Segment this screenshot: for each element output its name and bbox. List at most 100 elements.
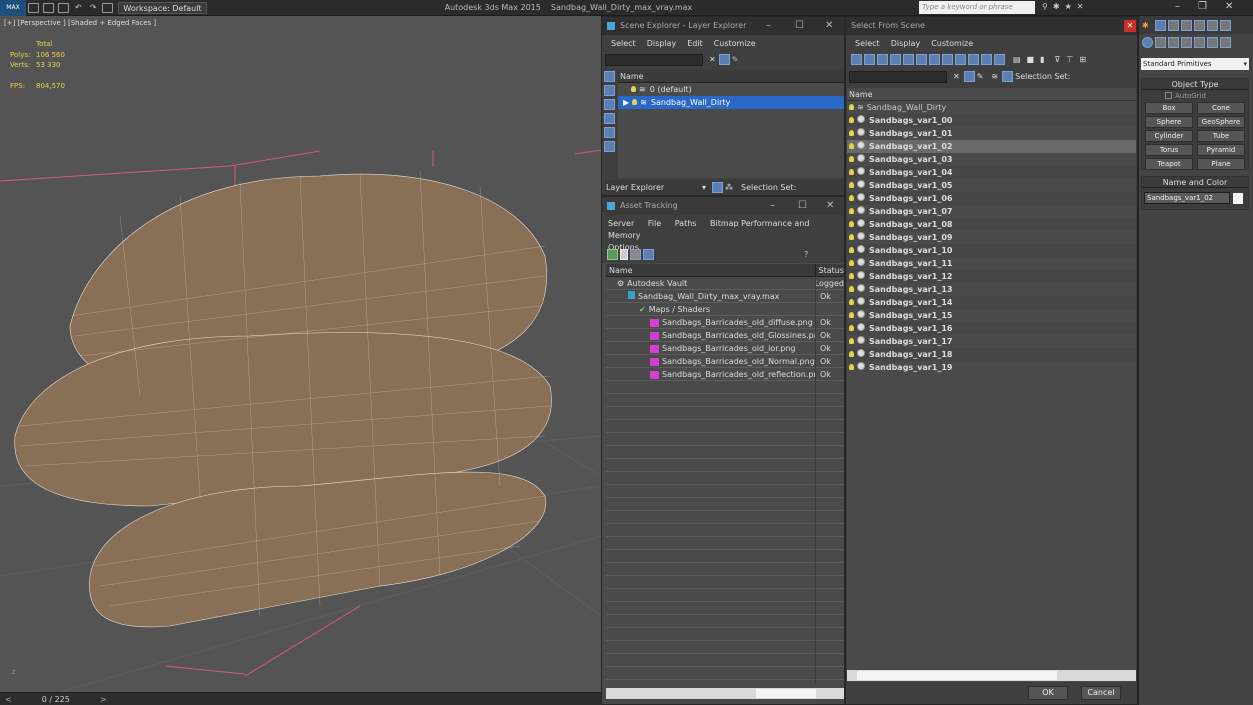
lightbulb-icon[interactable] <box>849 195 854 201</box>
help-icon[interactable]: ? <box>804 250 808 259</box>
menu-file[interactable]: File <box>648 219 661 228</box>
time-slider[interactable]: < 0 / 225 > <box>0 692 601 705</box>
asset-row[interactable]: ✔ Maps / Shaders <box>606 303 844 316</box>
filter-lights-icon[interactable] <box>877 54 888 65</box>
lightbulb-icon[interactable] <box>849 117 854 123</box>
object-row-root[interactable]: ≋ Sandbag_Wall_Dirty <box>847 101 1136 114</box>
asset-row[interactable]: Sandbags_Barricades_old_diffuse.png Ok <box>606 316 844 329</box>
lightbulb-icon[interactable] <box>849 182 854 188</box>
column-name-header[interactable]: Name <box>618 70 844 83</box>
object-col-name[interactable]: Name <box>847 88 1136 101</box>
filter-cameras-icon[interactable] <box>890 54 901 65</box>
geometry-icon[interactable] <box>1142 37 1153 48</box>
filter-icon[interactable] <box>718 54 730 65</box>
scene-explorer-titlebar[interactable]: Scene Explorer - Layer Explorer – ☐ ✕ <box>602 17 844 35</box>
object-row[interactable]: Sandbags_var1_17 <box>847 335 1136 348</box>
menu-display[interactable]: Display <box>647 39 677 48</box>
search-input[interactable]: Type a keyword or phrase <box>919 1 1035 14</box>
lightbulb-icon[interactable] <box>849 208 854 214</box>
box-button[interactable]: Box <box>1145 102 1193 114</box>
asset-row[interactable]: Sandbags_Barricades_old_Glossines.png Ok <box>606 329 844 342</box>
close-icon[interactable]: ✕ <box>825 17 833 35</box>
asset-row[interactable]: Sandbags_Barricades_old_reflection.png Ok <box>606 368 844 381</box>
asset-row[interactable]: Sandbags_Barricades_old_ior.png Ok <box>606 342 844 355</box>
hierarchy-icon[interactable] <box>1002 71 1014 82</box>
cancel-button[interactable]: Cancel <box>1081 686 1121 700</box>
menu-select[interactable]: Select <box>611 39 636 48</box>
filter-spacewarps-icon[interactable] <box>916 54 927 65</box>
prev-frame-icon[interactable]: < <box>5 695 12 704</box>
lightbulb-icon[interactable] <box>849 325 854 331</box>
viewport-label[interactable]: [+] [Perspective ] [Shaded + Edged Faces… <box>4 19 156 27</box>
filter-containers-icon[interactable] <box>968 54 979 65</box>
lightbulb-icon[interactable] <box>849 143 854 149</box>
object-row[interactable]: Sandbags_var1_12 <box>847 270 1136 283</box>
shapes-icon[interactable] <box>1155 37 1166 48</box>
dropdown-arrow-icon[interactable]: ▾ <box>1243 60 1247 68</box>
filter-bones-icon[interactable] <box>955 54 966 65</box>
select-filter-icon[interactable] <box>963 71 975 82</box>
lightbulb-icon[interactable] <box>849 338 854 344</box>
menu-customize[interactable]: Customize <box>931 39 973 48</box>
maximize-icon[interactable]: ☐ <box>795 17 804 35</box>
object-name-field[interactable]: Sandbags_var1_02 <box>1144 192 1230 204</box>
asset-tracking-titlebar[interactable]: Asset Tracking – ☐ ✕ <box>602 197 844 215</box>
object-row[interactable]: Sandbags_var1_00 <box>847 114 1136 127</box>
hierarchy-icon[interactable]: ⁂ <box>725 183 733 192</box>
ok-button[interactable]: OK <box>1028 686 1068 700</box>
scene-search-input[interactable] <box>605 53 703 66</box>
menu-edit[interactable]: Edit <box>687 39 703 48</box>
object-color-swatch[interactable] <box>1233 192 1243 204</box>
geosphere-button[interactable]: GeoSphere <box>1197 116 1245 128</box>
object-row[interactable]: Sandbags_var1_18 <box>847 348 1136 361</box>
menu-paths[interactable]: Paths <box>675 219 697 228</box>
object-row[interactable]: Sandbags_var1_03 <box>847 153 1136 166</box>
sphere-button[interactable]: Sphere <box>1145 116 1193 128</box>
expand-icon[interactable]: ▶ <box>623 98 629 107</box>
horizontal-scrollbar[interactable] <box>606 688 844 699</box>
helpers-icon[interactable] <box>1194 37 1205 48</box>
utilities-tab-icon[interactable] <box>1219 19 1231 31</box>
filter-frozen-icon[interactable] <box>981 54 992 65</box>
lightbulb-icon[interactable] <box>849 104 854 110</box>
clear-search-icon[interactable]: ✕ <box>709 55 716 64</box>
asset-row[interactable]: Sandbags_Barricades_old_Normal.png Ok <box>606 355 844 368</box>
scrollbar-thumb[interactable] <box>756 689 816 698</box>
object-row[interactable]: Sandbags_var1_13 <box>847 283 1136 296</box>
autogrid-checkbox[interactable] <box>1165 92 1172 99</box>
save-icon[interactable] <box>58 2 69 13</box>
object-row[interactable]: Sandbags_var1_11 <box>847 257 1136 270</box>
layer-explorer-dropdown[interactable]: Layer Explorer <box>604 183 702 192</box>
object-row[interactable]: Sandbags_var1_07 <box>847 205 1136 218</box>
options-icon[interactable]: ✎ <box>977 72 984 81</box>
filter-shapes-icon[interactable] <box>864 54 875 65</box>
infocenter-icons[interactable]: ⚲✱★✕ <box>1042 2 1088 11</box>
scrollbar-thumb[interactable] <box>857 671 1057 680</box>
display-geometry-icon[interactable] <box>604 85 615 96</box>
lightbulb-icon[interactable] <box>849 364 854 370</box>
lightbulb-icon[interactable] <box>849 130 854 136</box>
close-icon[interactable]: ✕ <box>826 197 834 215</box>
menu-server[interactable]: Server <box>608 219 634 228</box>
close-icon[interactable]: ✕ <box>1124 20 1136 32</box>
object-row[interactable]: Sandbags_var1_16 <box>847 322 1136 335</box>
object-row[interactable]: Sandbags_var1_04 <box>847 166 1136 179</box>
clear-search-icon[interactable]: ✕ <box>953 72 960 81</box>
hierarchy-tab-icon[interactable] <box>1180 19 1192 31</box>
open-icon[interactable] <box>43 2 54 13</box>
select-search-input[interactable] <box>849 70 947 83</box>
minimize-icon[interactable]: – <box>766 17 771 35</box>
display-helpers-icon[interactable] <box>604 141 615 152</box>
primitives-dropdown[interactable]: Standard Primitives ▾ <box>1141 58 1249 70</box>
display-objects-icon[interactable] <box>604 71 615 82</box>
layers-icon[interactable]: ≋ <box>991 72 998 81</box>
maximize-icon[interactable]: ☐ <box>798 197 807 215</box>
spacewarps-icon[interactable] <box>1207 37 1218 48</box>
object-row[interactable]: Sandbags_var1_15 <box>847 309 1136 322</box>
plane-button[interactable]: Plane <box>1197 158 1245 170</box>
object-row[interactable]: Sandbags_var1_09 <box>847 231 1136 244</box>
asset-col-status[interactable]: Status <box>814 263 844 277</box>
redo-icon[interactable]: ↷ <box>90 3 97 12</box>
name-color-header[interactable]: Name and Color <box>1142 177 1248 188</box>
lightbulb-icon[interactable] <box>849 312 854 318</box>
